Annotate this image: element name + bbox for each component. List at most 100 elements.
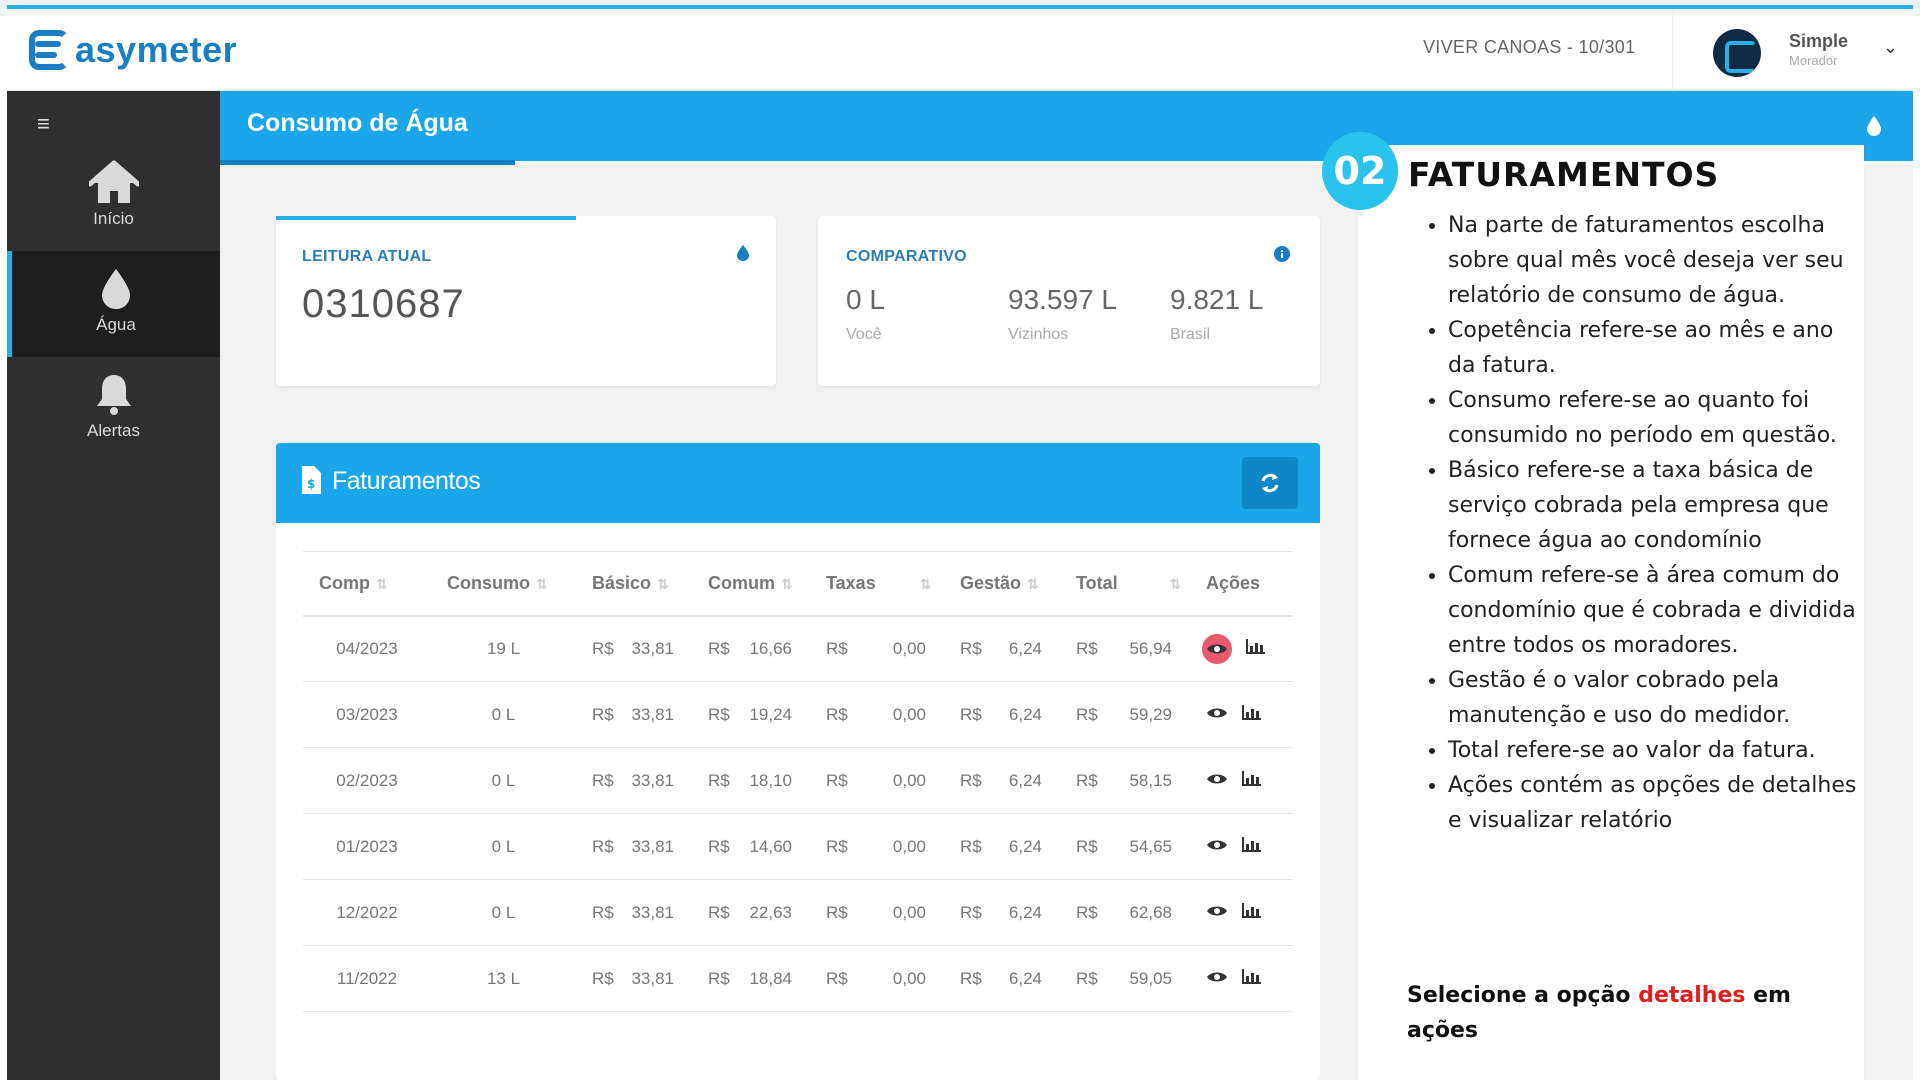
currency-symbol: R$ <box>1076 770 1098 790</box>
sidebar-item-inicio[interactable]: Início <box>7 145 220 251</box>
cell-comp: 11/2022 <box>303 945 431 1012</box>
tutorial-bullet: Ações contém as opções de detalhes e vis… <box>1448 768 1862 838</box>
currency-symbol: R$ <box>826 770 848 790</box>
cell-comp: 01/2023 <box>303 813 431 880</box>
tutorial-title: FATURAMENTOS <box>1408 155 1720 194</box>
cell-gestao: R$ 6,24 <box>944 615 1060 682</box>
cell-taxas: R$ 0,00 <box>810 615 944 682</box>
report-chart-icon[interactable] <box>1246 638 1266 659</box>
card-accent-bar <box>276 216 576 220</box>
faturamentos-card: $ Faturamentos Comp ⇅ Consumo ⇅ Básico ⇅ Co… <box>276 443 1320 1080</box>
cell-consumo: 0 L <box>431 681 576 748</box>
comparativo-voce-label: Você <box>846 326 882 343</box>
sort-arrows-icon: ⇅ <box>376 575 388 592</box>
cell-basico: R$ 33,81 <box>576 615 692 682</box>
refresh-button[interactable] <box>1242 457 1298 509</box>
cell-consumo: 19 L <box>431 615 576 682</box>
menu-hamburger-icon[interactable]: ≡ <box>37 111 50 137</box>
tutorial-bullet: Na parte de faturamentos escolha sobre q… <box>1448 208 1862 313</box>
details-eye-icon[interactable] <box>1206 837 1228 857</box>
brand-logo[interactable]: asymeter <box>29 25 237 75</box>
report-chart-icon[interactable] <box>1242 902 1262 923</box>
currency-symbol: R$ <box>592 836 614 856</box>
details-eye-icon[interactable] <box>1206 705 1228 725</box>
amount-value: 19,24 <box>749 704 792 724</box>
comparativo-vizinhos-value: 93.597 L <box>1008 284 1117 315</box>
sidebar-item-label: Início <box>93 209 134 228</box>
water-drop-icon <box>1867 116 1881 136</box>
details-eye-icon[interactable] <box>1202 633 1232 664</box>
sidebar-item-agua[interactable]: Água <box>7 251 220 357</box>
cell-acoes <box>1190 879 1293 946</box>
table-row: 04/2023 19 L R$ 33,81 R$ 16,66 R$ 0,00 R$ 6,24 R$ 5… <box>303 615 1293 682</box>
refresh-icon <box>1261 473 1279 493</box>
amount-value: 6,24 <box>1008 902 1042 922</box>
report-chart-icon[interactable] <box>1242 968 1262 989</box>
column-header-consumo[interactable]: Consumo ⇅ <box>431 551 576 617</box>
amount-value: 0,00 <box>892 770 926 790</box>
comparativo-card: COMPARATIVO 0 L Você 93.597 L Vizinhos 9… <box>818 216 1320 386</box>
water-drop-icon <box>737 245 749 261</box>
home-icon <box>88 160 139 203</box>
sidebar-item-alertas[interactable]: Alertas <box>7 357 220 463</box>
report-chart-icon[interactable] <box>1242 836 1262 857</box>
page-title: Consumo de Água <box>247 109 468 137</box>
cell-taxas: R$ 0,00 <box>810 747 944 814</box>
amount-value: 6,24 <box>1008 770 1042 790</box>
column-header-basico[interactable]: Básico ⇅ <box>576 551 692 617</box>
details-eye-icon[interactable] <box>1206 903 1228 923</box>
currency-symbol: R$ <box>708 704 730 724</box>
top-accent-strip <box>0 0 1920 9</box>
amount-value: 62,68 <box>1129 902 1172 922</box>
amount-value: 54,65 <box>1129 836 1172 856</box>
currency-symbol: R$ <box>1076 902 1098 922</box>
comparativo-brasil-label: Brasil <box>1170 326 1211 343</box>
amount-value: 33,81 <box>631 770 674 790</box>
cell-total: R$ 54,65 <box>1060 813 1190 880</box>
amount-value: 22,63 <box>749 902 792 922</box>
table-row: 12/2022 0 L R$ 33,81 R$ 22,63 R$ 0,00 R$ 6,24 R$ 62… <box>303 879 1293 946</box>
user-avatar[interactable] <box>1713 29 1761 77</box>
comparativo-vizinhos-label: Vizinhos <box>1008 326 1069 343</box>
cell-comp: 04/2023 <box>303 615 431 682</box>
column-header-taxas[interactable]: Taxas ⇅ <box>810 551 944 617</box>
currency-symbol: R$ <box>708 638 730 658</box>
column-header-comum[interactable]: Comum ⇅ <box>692 551 810 617</box>
cell-gestao: R$ 6,24 <box>944 813 1060 880</box>
cell-total: R$ 59,05 <box>1060 945 1190 1012</box>
cell-basico: R$ 33,81 <box>576 747 692 814</box>
instruction-highlight: detalhes <box>1638 983 1746 1008</box>
column-header-total[interactable]: Total ⇅ <box>1060 551 1190 617</box>
details-eye-icon[interactable] <box>1206 771 1228 791</box>
info-icon[interactable] <box>1274 246 1290 262</box>
cell-consumo: 0 L <box>431 747 576 814</box>
sort-arrows-icon: ⇅ <box>919 575 932 592</box>
amount-value: 0,00 <box>892 836 926 856</box>
currency-symbol: R$ <box>960 968 982 988</box>
currency-symbol: R$ <box>592 902 614 922</box>
column-header-gestao[interactable]: Gestão ⇅ <box>944 551 1060 617</box>
user-role: Morador <box>1789 53 1838 68</box>
user-name[interactable]: Simple <box>1789 31 1848 52</box>
faturamentos-title: Faturamentos <box>332 467 481 495</box>
cell-total: R$ 59,29 <box>1060 681 1190 748</box>
currency-symbol: R$ <box>826 902 848 922</box>
report-chart-icon[interactable] <box>1242 770 1262 791</box>
sort-arrows-icon: ⇅ <box>1169 575 1182 592</box>
details-eye-icon[interactable] <box>1206 969 1228 989</box>
cell-taxas: R$ 0,00 <box>810 879 944 946</box>
cell-taxas: R$ 0,00 <box>810 945 944 1012</box>
amount-value: 59,05 <box>1129 968 1172 988</box>
cell-comum: R$ 14,60 <box>692 813 810 880</box>
step-badge: 02 <box>1322 132 1398 210</box>
cell-taxas: R$ 0,00 <box>810 813 944 880</box>
column-header-comp[interactable]: Comp ⇅ <box>303 551 431 617</box>
cell-acoes <box>1190 813 1293 880</box>
tutorial-bullet-list: Na parte de faturamentos escolha sobre q… <box>1422 208 1862 838</box>
cell-basico: R$ 33,81 <box>576 813 692 880</box>
cell-total: R$ 62,68 <box>1060 879 1190 946</box>
tutorial-bullet: Total refere-se ao valor da fatura. <box>1448 733 1862 768</box>
cell-acoes <box>1190 945 1293 1012</box>
user-menu-chevron-down-icon[interactable]: ⌄ <box>1883 37 1898 58</box>
report-chart-icon[interactable] <box>1242 704 1262 725</box>
